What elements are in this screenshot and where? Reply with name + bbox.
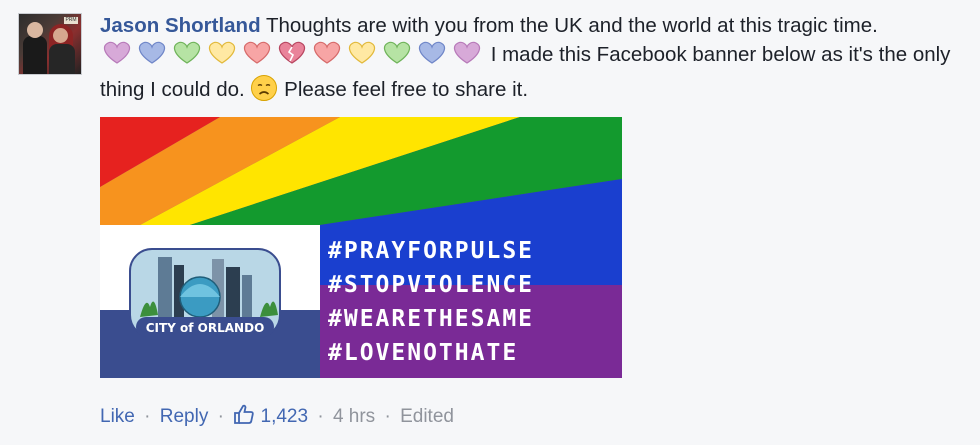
- author-name[interactable]: Jason Shortland: [100, 14, 261, 37]
- edited-label[interactable]: Edited: [400, 406, 454, 427]
- timestamp[interactable]: 4 hrs: [333, 406, 375, 427]
- thumbs-up-icon[interactable]: [233, 403, 255, 425]
- like-count[interactable]: 1,423: [261, 406, 309, 427]
- green-heart-icon: [383, 41, 411, 64]
- reply-button[interactable]: Reply: [160, 406, 209, 427]
- comment-text-1: Thoughts are with you from the UK and th…: [265, 14, 878, 37]
- city-seal-icon: CITY of ORLANDO: [129, 248, 281, 338]
- red-heart-icon: [243, 41, 271, 64]
- comment-text-3: Please feel free to share it.: [284, 78, 529, 101]
- green-heart-icon: [173, 41, 201, 64]
- blue-heart-icon: [418, 41, 446, 64]
- red-heart-icon: [313, 41, 341, 64]
- yellow-heart-icon: [208, 41, 236, 64]
- hashtag-2: #STOPVIOLENCE: [328, 272, 534, 298]
- comment-body: Jason Shortland Thoughts are with you fr…: [100, 11, 960, 104]
- comment-actions: Like · Reply · 1,423 · 4 hrs · Edited: [100, 403, 454, 428]
- hashtag-1: #PRAYFORPULSE: [328, 238, 534, 264]
- city-label: CITY of ORLANDO: [146, 321, 265, 335]
- purple-heart-icon: [453, 41, 481, 64]
- hashtag-4: #LOVENOTHATE: [328, 340, 518, 366]
- author-avatar[interactable]: PRM: [18, 13, 82, 75]
- broken-heart-icon: [278, 41, 306, 64]
- blue-heart-icon: [138, 41, 166, 64]
- sad-face-emoji-icon: [250, 74, 278, 102]
- hearts-icon: [103, 41, 481, 64]
- hearts-emoji-row: [100, 40, 485, 74]
- like-button[interactable]: Like: [100, 406, 135, 427]
- banner-image[interactable]: CITY of ORLANDO #PRAYFORPULSE #STOPVIOLE…: [100, 117, 622, 378]
- purple-heart-icon: [103, 41, 131, 64]
- yellow-heart-icon: [348, 41, 376, 64]
- hashtag-3: #WEARETHESAME: [328, 306, 534, 332]
